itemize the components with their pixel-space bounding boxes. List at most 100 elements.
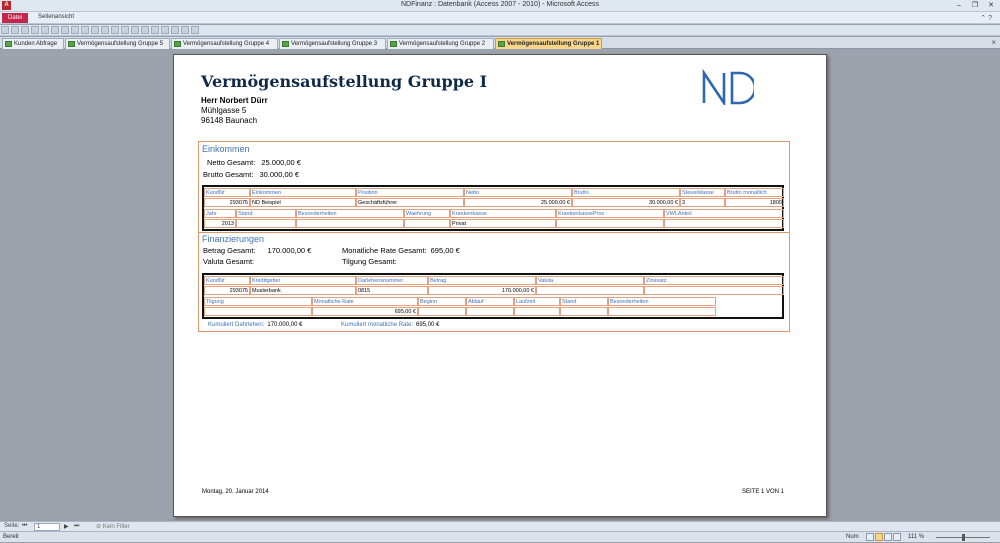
table-cell: [296, 219, 404, 228]
tab-print-preview[interactable]: Seitenansicht: [38, 14, 74, 20]
undo-icon[interactable]: [11, 26, 19, 34]
toolbar-icon[interactable]: [141, 26, 149, 34]
one-page-view-icon[interactable]: [866, 533, 874, 541]
table-header: Betrag: [428, 276, 536, 285]
more-pages-view-icon[interactable]: [893, 533, 901, 541]
doc-tab-kunden-abfrage[interactable]: Kunden Abfrage: [2, 38, 64, 49]
doc-tab-gruppe-2[interactable]: Vermögensaufstellung Gruppe 2: [387, 38, 494, 49]
no-filter-indicator[interactable]: ⊘ Kein Filter: [96, 523, 130, 530]
redo-icon[interactable]: [21, 26, 29, 34]
file-tab[interactable]: Datei: [2, 13, 28, 23]
close-button[interactable]: ✕: [984, 1, 998, 10]
table-header: Einkommen: [250, 188, 356, 197]
table-header: Krankenkasse: [450, 209, 556, 218]
report-icon: [390, 41, 397, 47]
table-cell: [404, 219, 450, 228]
finanzierungen-section: Finanzierungen Betrag Gesamt: 170.000,00 …: [198, 232, 790, 332]
table-header: VWLAnteil: [664, 209, 784, 218]
close-document-icon[interactable]: ×: [991, 38, 996, 47]
einkommen-section: Einkommen Netto Gesamt: 25.000,00 € Brutt…: [198, 141, 790, 233]
table-cell: [560, 307, 608, 316]
query-icon: [5, 41, 12, 47]
page-label: Seite:: [4, 523, 20, 529]
customer-city: 96148 Baunach: [201, 116, 258, 125]
two-pages-view-icon[interactable]: [884, 533, 892, 541]
monatliche-rate-gesamt: Monatliche Rate Gesamt: 695,00 €: [342, 246, 460, 255]
report-icon: [174, 41, 181, 47]
report-icon: [68, 41, 75, 47]
table-header: Beginn: [418, 297, 466, 306]
toolbar-icon[interactable]: [51, 26, 59, 34]
report-page: Vermögensaufstellung Gruppe I Herr Norbe…: [173, 54, 827, 517]
customize-dropdown-icon[interactable]: [191, 26, 199, 34]
doc-tab-gruppe-1[interactable]: Vermögensaufstellung Gruppe 1: [495, 38, 602, 49]
first-page-icon[interactable]: ⏮: [22, 523, 27, 530]
zoom-level: 111 %: [908, 534, 925, 540]
last-page-icon[interactable]: ⏭: [74, 523, 79, 530]
table-header: Stand: [560, 297, 608, 306]
report-icon: [282, 41, 289, 47]
toolbar-icon[interactable]: [31, 26, 39, 34]
title-bar: A NDFinanz : Datenbank (Access 2007 - 20…: [0, 0, 1000, 12]
document-tabs: Kunden Abfrage Vermögensaufstellung Grup…: [0, 37, 1000, 49]
toolbar-icon[interactable]: [121, 26, 129, 34]
valuta-gesamt: Valuta Gesamt:: [203, 257, 255, 266]
page-number-input[interactable]: 1: [34, 523, 60, 531]
table-header: KundNr: [204, 276, 250, 285]
zoom-slider-handle[interactable]: [962, 534, 965, 541]
toolbar-icon[interactable]: [41, 26, 49, 34]
table-header: Valuta: [536, 276, 644, 285]
table-cell: 293075: [204, 198, 250, 207]
doc-tab-gruppe-5[interactable]: Vermögensaufstellung Gruppe 5: [65, 38, 170, 49]
finanzierungen-heading: Finanzierungen: [202, 234, 265, 244]
einkommen-heading: Einkommen: [202, 144, 250, 154]
table-cell: 170.000,00 €: [428, 286, 536, 295]
toolbar-icon[interactable]: [111, 26, 119, 34]
customer-name: Herr Norbert Dürr: [201, 96, 268, 105]
report-icon: [498, 41, 505, 47]
ribbon-help-icons[interactable]: ⌃ ?: [980, 14, 992, 22]
table-header: Steuerklasse: [680, 188, 725, 197]
toolbar-icon[interactable]: [171, 26, 179, 34]
quick-access-toolbar: [0, 25, 1000, 36]
doc-tab-gruppe-3[interactable]: Vermögensaufstellung Gruppe 3: [279, 38, 386, 49]
table-cell: Privat: [450, 219, 556, 228]
toolbar-icon[interactable]: [181, 26, 189, 34]
toolbar-icon[interactable]: [101, 26, 109, 34]
table-header: Laufzeit: [514, 297, 560, 306]
table-header: Besonderheiten: [608, 297, 716, 306]
page-navigation-bar: Seite: ⏮ 1 ▶ ⏭ ⊘ Kein Filter: [0, 521, 1000, 531]
toolbar-icon[interactable]: [61, 26, 69, 34]
table-header: Darlehensnummer: [356, 276, 428, 285]
table-cell: 2013: [204, 219, 236, 228]
kumuliert-monatliche-rate: Kumuliert monatliche Rate: 695,00 €: [341, 322, 440, 328]
kumuliert-darlehen: Kumuliert Dahrlehen: 170.000,00 €: [208, 322, 303, 328]
table-cell: ND Beispiel: [250, 198, 356, 207]
table-header: Stand: [236, 209, 296, 218]
window-title: NDFinanz : Datenbank (Access 2007 - 2010…: [400, 1, 600, 8]
table-cell: 293075: [204, 286, 250, 295]
table-header: Netto: [464, 188, 572, 197]
report-title: Vermögensaufstellung Gruppe I: [201, 72, 488, 91]
doc-tab-gruppe-4[interactable]: Vermögensaufstellung Gruppe 4: [171, 38, 278, 49]
num-lock-indicator: Num: [846, 534, 859, 540]
netto-gesamt: Netto Gesamt: 25.000,00 €: [207, 158, 301, 167]
toolbar-icon[interactable]: [81, 26, 89, 34]
footer-date: Montag, 20. Januar 2014: [202, 489, 269, 495]
toolbar-icon[interactable]: [91, 26, 99, 34]
restore-button[interactable]: ❐: [968, 1, 982, 10]
minimize-button[interactable]: –: [952, 1, 966, 10]
save-icon[interactable]: [1, 26, 9, 34]
toolbar-icon[interactable]: [71, 26, 79, 34]
table-header: KrankenkasseProz: [556, 209, 664, 218]
print-preview-icon[interactable]: [875, 533, 883, 541]
toolbar-icon[interactable]: [161, 26, 169, 34]
toolbar-icon[interactable]: [151, 26, 159, 34]
next-page-icon[interactable]: ▶: [64, 523, 69, 530]
table-header: Jahr: [204, 209, 236, 218]
table-cell: Musterbank: [250, 286, 356, 295]
table-header: Waehrung: [404, 209, 450, 218]
toolbar-icon[interactable]: [131, 26, 139, 34]
table-cell: [418, 307, 466, 316]
table-cell: [236, 219, 296, 228]
